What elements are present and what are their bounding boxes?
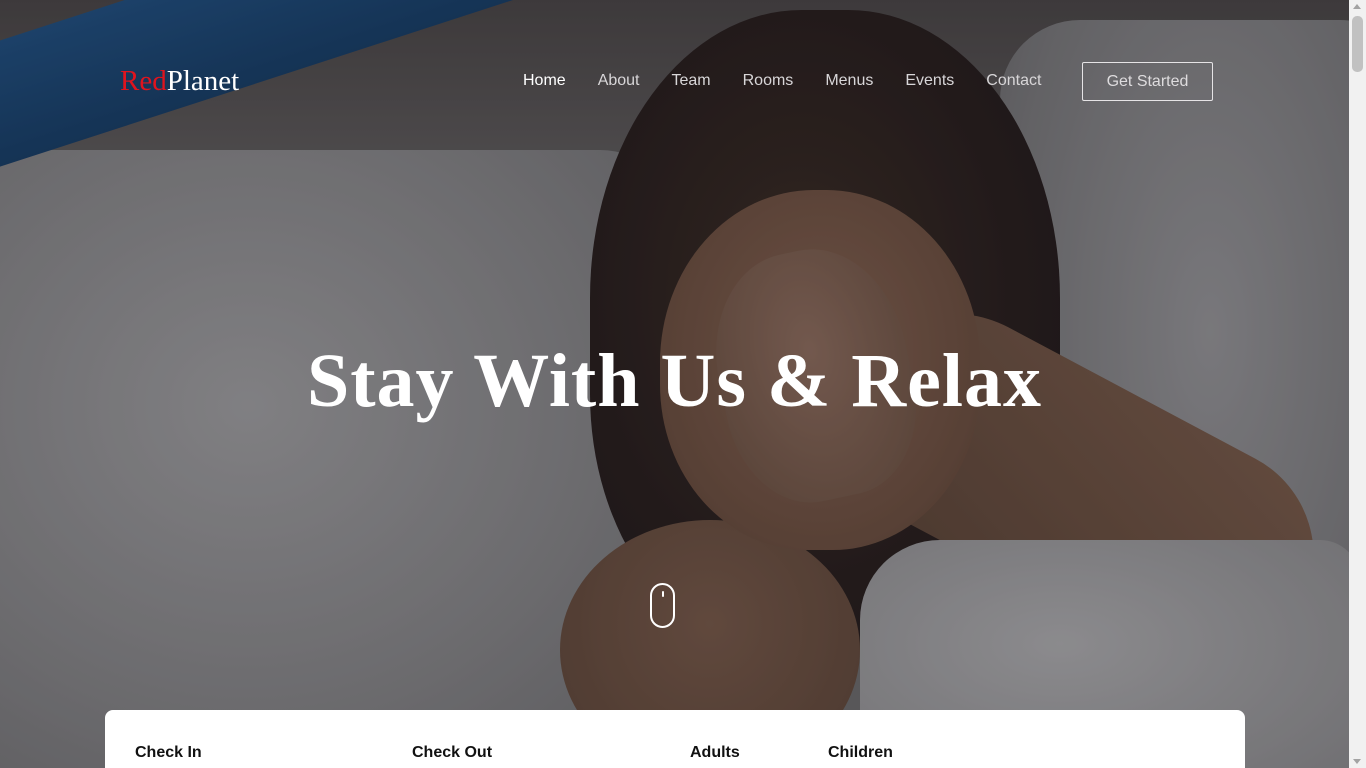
brand-logo-red: Red bbox=[120, 65, 167, 97]
check-out-label: Check Out bbox=[412, 744, 493, 761]
scroll-down-arrow-icon[interactable] bbox=[1353, 759, 1361, 764]
nav-item-about[interactable]: About bbox=[598, 71, 640, 91]
get-started-button[interactable]: Get Started bbox=[1082, 62, 1213, 101]
page-scrollbar[interactable] bbox=[1349, 0, 1366, 768]
nav-item-contact[interactable]: Contact bbox=[986, 71, 1041, 91]
mouse-wheel bbox=[662, 591, 664, 597]
booking-form: Check In Check Out Adults Children bbox=[105, 710, 1245, 768]
mouse-scroll-icon[interactable] bbox=[650, 583, 675, 628]
top-navigation: RedPlanet Home About Team Rooms Menus Ev… bbox=[0, 0, 1349, 162]
check-in-label: Check In bbox=[135, 744, 202, 761]
nav-item-team[interactable]: Team bbox=[672, 71, 711, 91]
children-label: Children bbox=[828, 744, 893, 761]
nav-menu: Home About Team Rooms Menus Events Conta… bbox=[523, 71, 1073, 91]
brand-logo[interactable]: RedPlanet bbox=[120, 64, 239, 98]
scroll-up-arrow-icon[interactable] bbox=[1353, 4, 1361, 9]
nav-item-home[interactable]: Home bbox=[523, 71, 566, 91]
hero-section: RedPlanet Home About Team Rooms Menus Ev… bbox=[0, 0, 1349, 768]
scrollbar-thumb[interactable] bbox=[1352, 16, 1363, 72]
brand-logo-planet: Planet bbox=[166, 65, 240, 97]
nav-item-rooms[interactable]: Rooms bbox=[743, 71, 794, 91]
nav-item-menus[interactable]: Menus bbox=[825, 71, 873, 91]
hero-headline: Stay With Us & Relax bbox=[306, 339, 1043, 423]
adults-label: Adults bbox=[690, 744, 740, 761]
nav-item-events[interactable]: Events bbox=[905, 71, 954, 91]
